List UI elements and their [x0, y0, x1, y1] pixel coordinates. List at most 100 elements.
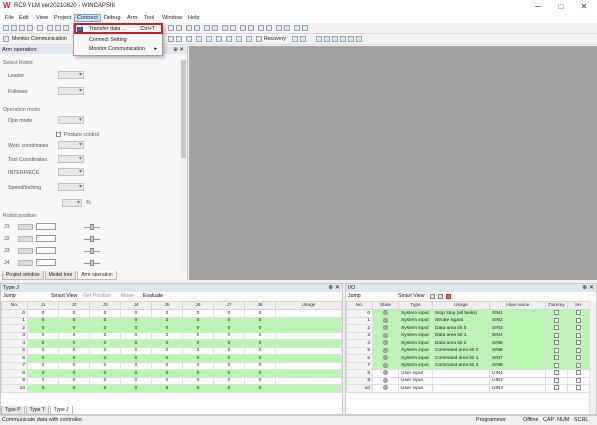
j4-jog-buttons[interactable]	[18, 260, 33, 266]
cell[interactable]: 0	[151, 384, 183, 393]
io-type[interactable]: System input	[398, 309, 433, 318]
io-col-header[interactable]: State	[372, 301, 399, 310]
toolbar2-icon-h[interactable]	[356, 36, 362, 42]
checkbox-cell[interactable]	[567, 384, 590, 393]
table-row[interactable]: 0 System input Stop stop (all tasks) SIN1	[346, 309, 590, 318]
io-usage[interactable]: Data area bit 0	[432, 324, 490, 333]
cell[interactable]: 0	[151, 354, 183, 363]
cell[interactable]: 0	[182, 324, 214, 333]
cell[interactable]: 0	[244, 324, 276, 333]
table-row[interactable]: 000000000	[1, 309, 342, 318]
cell[interactable]: 0	[213, 309, 245, 318]
cell[interactable]: 0	[182, 346, 214, 355]
table-row[interactable]: 2 System input Data area bit 0 SIN3	[346, 324, 590, 333]
cell[interactable]: 0	[58, 376, 90, 385]
io-type[interactable]: System input	[398, 346, 433, 355]
cell[interactable]: 0	[27, 384, 59, 393]
toolbar2-icon-f[interactable]	[340, 36, 346, 42]
table-row[interactable]: 7 System input Command area bit 2 SIN8	[346, 361, 590, 370]
cell[interactable]: 0	[89, 384, 121, 393]
type-j-col-header[interactable]: J3	[89, 301, 121, 310]
toolbar-icon-m[interactable]	[276, 25, 282, 31]
row-number[interactable]: 9	[346, 376, 373, 385]
panel-pin-icon[interactable]: ⊕ ✕	[328, 284, 340, 292]
checkbox-cell[interactable]	[567, 309, 590, 318]
cell[interactable]: 0	[120, 369, 152, 378]
table-row[interactable]: 6 System input Command area bit 1 SIN7	[346, 354, 590, 363]
cell[interactable]: 0	[151, 339, 183, 348]
tab-model-tree[interactable]: Model tree	[44, 271, 77, 280]
evaluate-button[interactable]: Evaluate	[143, 292, 163, 301]
toolbar2-icon-a[interactable]	[292, 36, 298, 42]
toolbar2-icon-g[interactable]	[348, 36, 354, 42]
toolbar-icon-p[interactable]	[302, 25, 308, 31]
row-number[interactable]: 6	[1, 354, 28, 363]
menu-tool[interactable]: Tool	[142, 14, 156, 22]
checkbox-cell[interactable]	[567, 354, 590, 363]
io-usage[interactable]: Command area bit 0	[432, 346, 490, 355]
open-folder-icon[interactable]	[11, 25, 17, 31]
checkbox-cell[interactable]	[545, 384, 568, 393]
row-number[interactable]: 5	[346, 346, 373, 355]
dummy-checkbox[interactable]	[554, 355, 559, 361]
menu-edit[interactable]: Edit	[17, 14, 31, 22]
cell[interactable]: 0	[27, 346, 59, 355]
menu-arm[interactable]: Arm	[125, 14, 139, 22]
j4-slider-knob[interactable]	[90, 260, 94, 266]
cell[interactable]: 0	[27, 316, 59, 325]
type-j-col-header[interactable]: J2	[58, 301, 90, 310]
dummy-checkbox[interactable]	[554, 347, 559, 353]
row-number[interactable]: 2	[1, 324, 28, 333]
cell[interactable]: 0	[120, 339, 152, 348]
io-usage[interactable]	[432, 369, 490, 378]
menu-view[interactable]: View	[34, 14, 50, 22]
cell[interactable]: 0	[89, 361, 121, 370]
io-usage[interactable]: Data area bit 2	[432, 339, 490, 348]
checkbox-cell[interactable]	[545, 339, 568, 348]
cell[interactable]: 0	[58, 339, 90, 348]
inv-checkbox[interactable]	[576, 325, 581, 331]
cell[interactable]: 0	[58, 369, 90, 378]
cell[interactable]: 0	[182, 354, 214, 363]
cell[interactable]: 0	[151, 361, 183, 370]
j3-jog-buttons[interactable]	[18, 248, 33, 254]
cell[interactable]: 0	[27, 376, 59, 385]
cell[interactable]: 0	[27, 354, 59, 363]
inv-checkbox[interactable]	[576, 362, 581, 368]
dummy-checkbox[interactable]	[554, 310, 559, 316]
cell[interactable]: 0	[58, 361, 90, 370]
checkbox-cell[interactable]	[545, 331, 568, 340]
cell[interactable]: 0	[182, 331, 214, 340]
cell[interactable]: 0	[213, 376, 245, 385]
table-row[interactable]: 4 System input Data area bit 2 SIN5	[346, 339, 590, 348]
j2-slider-knob[interactable]	[90, 236, 94, 242]
toolbar-icon-l[interactable]	[266, 25, 272, 31]
table-row[interactable]: 8 User input UIN1	[346, 369, 590, 378]
leader-select[interactable]	[58, 71, 84, 79]
dummy-checkbox[interactable]	[554, 370, 559, 376]
table-row[interactable]: 500000000	[1, 346, 342, 355]
j3-value-input[interactable]	[36, 247, 56, 254]
cell[interactable]: 0	[120, 324, 152, 333]
type-j-col-header[interactable]: J4	[120, 301, 152, 310]
jump-label[interactable]: Jump	[3, 293, 16, 299]
cell[interactable]	[275, 316, 342, 325]
menu-connect[interactable]: Connect	[74, 14, 101, 22]
cell[interactable]: 0	[89, 354, 121, 363]
cell[interactable]	[275, 376, 342, 385]
tab-type-j[interactable]: Type J	[49, 406, 73, 415]
close-button[interactable]: ✕	[573, 1, 595, 12]
cell[interactable]: 0	[151, 369, 183, 378]
cell[interactable]: 0	[58, 331, 90, 340]
checkbox-cell[interactable]	[545, 309, 568, 318]
table-row[interactable]: 400000000	[1, 339, 342, 348]
cell[interactable]	[275, 354, 342, 363]
row-number[interactable]: 1	[346, 316, 373, 325]
checkbox-cell[interactable]	[567, 331, 590, 340]
inv-checkbox[interactable]	[576, 317, 581, 323]
cell[interactable]: 0	[213, 339, 245, 348]
get-position-button[interactable]: Get Position	[83, 292, 111, 301]
cell[interactable]: 0	[120, 384, 152, 393]
io-alias[interactable]: UIN1	[489, 369, 546, 378]
cell[interactable]: 0	[244, 331, 276, 340]
